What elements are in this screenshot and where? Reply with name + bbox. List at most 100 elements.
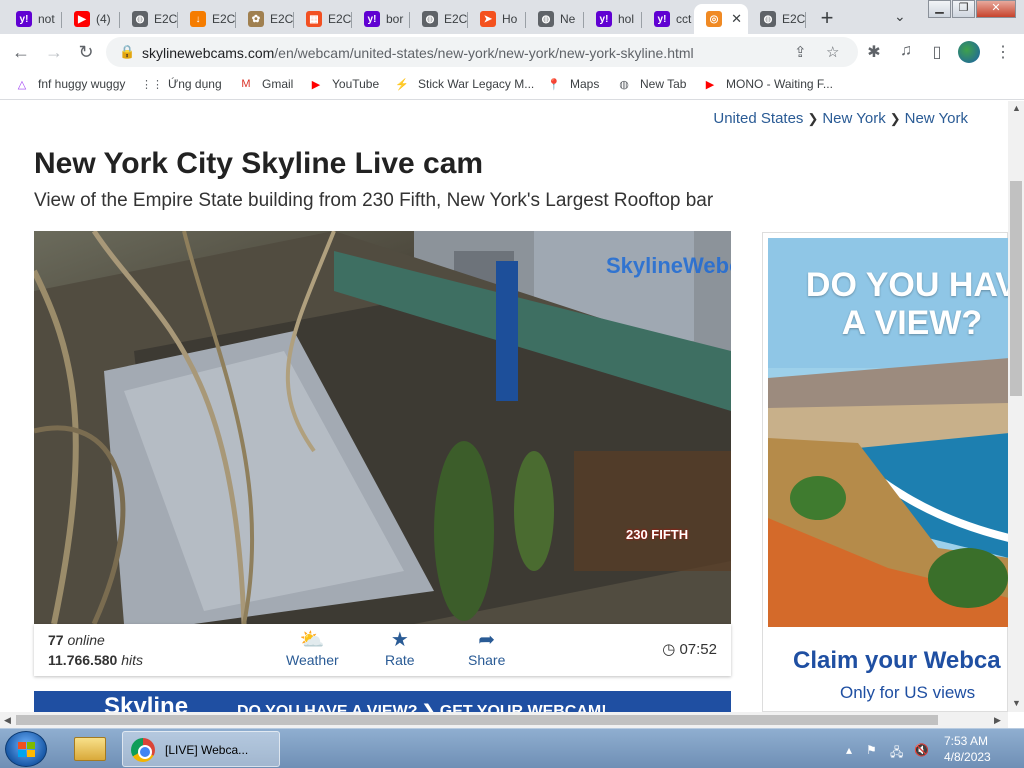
bookmark-item[interactable]: 📍 Maps [546,76,599,92]
breadcrumb-state[interactable]: New York [822,110,885,127]
volume-muted-icon[interactable]: 🔇 [914,743,929,757]
claim-webcam-ad[interactable]: DO YOU HAV A VIEW? Claim your Webca Only … [762,232,1008,712]
bookmark-item[interactable]: △ fnf huggy wuggy [14,76,126,92]
media-control-icon[interactable]: ♫ [895,42,917,60]
vertical-scrollbar[interactable]: ▲ ▼ [1008,101,1024,712]
star-icon: ★ [390,629,409,651]
ad-claim-text: Claim your Webca [793,647,1001,674]
tab-label: E2C [782,12,806,26]
hits-counter: 11.766.580 hits [48,652,143,668]
lock-icon[interactable]: 🔒 [119,44,135,60]
side-panel-icon[interactable]: ▯ [926,42,948,62]
back-button[interactable]: ← [9,40,33,64]
network-icon[interactable]: 🖧 [890,743,903,764]
show-hidden-icons-icon[interactable]: ▴ [846,743,852,757]
horizontal-scroll-thumb[interactable] [16,715,938,725]
reload-button[interactable]: ↻ [74,40,98,64]
browser-tab[interactable]: y! bor [352,4,410,34]
tab-label: E2C [444,12,468,26]
close-tab-icon[interactable]: ✕ [731,11,742,27]
share-button[interactable]: ➦ Share [468,628,505,668]
tab-label: E2C [270,12,294,26]
scroll-down-arrow-icon: ▼ [1012,698,1021,708]
bookmark-label: YouTube [332,77,380,91]
url-text[interactable]: skylinewebcams.com/en/webcam/united-stat… [142,45,694,61]
breadcrumb-city[interactable]: New York [905,110,968,127]
browser-tab[interactable]: ✿ E2C [236,4,294,34]
browser-toolbar: ← → ↻ 🔒 skylinewebcams.com/en/webcam/uni… [0,34,1024,70]
close-window-button[interactable]: ✕ [976,0,1016,18]
globe-icon: ◍ [760,11,776,27]
windows-logo-icon [18,742,36,758]
share-icon: ➦ [478,629,496,651]
rooftop-scene-image [34,231,731,624]
file-explorer-taskbar-button[interactable] [70,731,110,767]
bookmark-item[interactable]: ◍ New Tab [616,76,686,92]
triangle-icon: △ [17,78,27,91]
start-button[interactable] [5,731,47,767]
browser-tab[interactable]: y! hol [584,4,642,34]
browser-tab[interactable]: ↓ E2C [178,4,236,34]
rate-button[interactable]: ★ Rate [385,628,415,668]
bookmark-item[interactable]: ⚡ Stick War Legacy M... [394,76,534,92]
tab-label: E2C [328,12,352,26]
horizontal-scrollbar[interactable]: ◀ ▶ [0,712,1008,728]
browser-tab[interactable]: ◍ E2C [120,4,178,34]
system-clock[interactable]: 7:53 AM 4/8/2023 [944,733,991,765]
restore-button[interactable]: ❐ [952,0,975,18]
minimize-button[interactable]: ▁ [928,0,951,18]
browser-tab[interactable]: ▶ (4) [62,4,120,34]
extensions-icon[interactable]: ✱ [863,42,885,62]
chevron-right-icon: ❯ [889,111,901,126]
breadcrumb-country[interactable]: United States [713,110,803,127]
globe-icon: ◍ [422,11,438,27]
banner-text: DO YOU HAVE A VIEW? ❯ GET YOUR WEBCAM! [237,703,607,712]
tab-label: hol [618,12,635,26]
tab-label: E2C [212,12,236,26]
forward-button[interactable]: → [42,40,66,64]
profile-avatar[interactable] [958,41,980,63]
bookmarks-bar: △ fnf huggy wuggy ⋮⋮ Ứng dụng M Gmail ▶ YouTube… [0,70,1024,100]
bookmark-item[interactable]: ▶ MONO - Waiting F... [702,76,833,92]
bookmark-star-icon[interactable]: ☆ [826,43,839,61]
bookmark-item[interactable]: ▶ YouTube [308,76,379,92]
share-page-icon[interactable]: ⇪ [794,43,807,61]
browser-tab[interactable]: ▦ E2C [294,4,352,34]
browser-tab[interactable]: ◍ E2C [748,4,806,34]
bookmark-item[interactable]: M Gmail [238,76,293,92]
bookmark-label: Gmail [262,77,294,91]
browser-tab[interactable]: y! cct [642,4,700,34]
new-tab-button[interactable]: + [814,6,840,32]
folder-icon [74,737,106,761]
yahoo-icon: y! [596,11,612,27]
weather-button[interactable]: ⛅ Weather [286,628,339,668]
tab-label: Ne [560,12,576,26]
tab-strip: y! not ▶ (4) ◍ E2C ↓ E2C ✿ E2C ▦ E2C y! bor ◍ E2C ➤ Ho ◍ Ne… [0,0,1024,34]
bookmark-label: fnf huggy wuggy [38,77,126,91]
webcam-video[interactable]: SkylineWebcams 230 FIFTH [34,231,731,624]
weather-icon: ⛅ [299,629,325,651]
browser-tab[interactable]: ◍ E2C [410,4,468,34]
get-webcam-banner[interactable]: Skyline DO YOU HAVE A VIEW? ❯ GET YOUR W… [34,691,731,712]
browser-tab[interactable]: ➤ Ho [468,4,526,34]
bookmark-label: Stick War Legacy M... [418,77,535,91]
browser-tab[interactable]: ◎ ✕ [694,4,748,34]
windows-taskbar: [LIVE] Webca... ▴ ⚑ 🖧 🔇 7:53 AM 4/8/2023 [0,728,1024,768]
online-counter: 77 online [48,632,105,648]
ad-headline: DO YOU HAV A VIEW? [805,266,1008,342]
globe-icon: ◍ [132,11,148,27]
bookmark-item[interactable]: ⋮⋮ Ứng dụng [141,76,222,92]
tab-search-chevron-icon[interactable]: ⌄ [894,8,906,25]
address-bar[interactable]: 🔒 skylinewebcams.com/en/webcam/united-st… [106,37,858,67]
action-center-flag-icon[interactable]: ⚑ [866,743,877,757]
chrome-taskbar-button[interactable]: [LIVE] Webca... [122,731,280,767]
clock-icon: ◷ [662,641,676,658]
browser-tab[interactable]: y! not [4,4,62,34]
webcam-info-panel: 77 online 11.766.580 hits ⛅ Weather ★ Rate… [34,624,731,676]
browser-tab[interactable]: ◍ Ne [526,4,584,34]
scroll-left-arrow-icon: ◀ [4,715,11,725]
globe-icon: ◍ [619,78,629,91]
vertical-scroll-thumb[interactable] [1010,181,1022,396]
menu-icon[interactable]: ⋮ [992,42,1014,62]
bookmark-label: Maps [570,77,600,91]
